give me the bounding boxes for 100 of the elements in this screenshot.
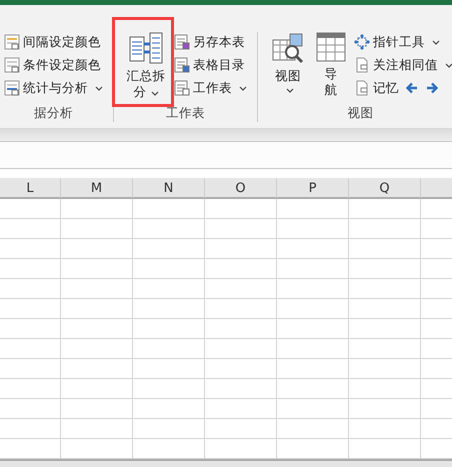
grid-cell[interactable] bbox=[349, 319, 421, 339]
grid-cell[interactable] bbox=[277, 419, 349, 439]
forward-arrow-icon[interactable] bbox=[425, 81, 439, 95]
ribbon-button[interactable]: 统计与分析 bbox=[4, 78, 103, 98]
ribbon-large-button[interactable]: 汇总拆分 bbox=[124, 32, 168, 105]
column-header[interactable]: L bbox=[0, 178, 61, 199]
grid-cell[interactable] bbox=[61, 279, 133, 299]
grid-cell[interactable] bbox=[205, 259, 277, 279]
grid-cell[interactable] bbox=[0, 199, 61, 219]
grid-cell[interactable] bbox=[61, 399, 133, 419]
grid-cell[interactable] bbox=[349, 219, 421, 239]
grid-cell[interactable] bbox=[0, 419, 61, 439]
grid-cell[interactable] bbox=[349, 379, 421, 399]
ribbon-large-button[interactable]: 导航 bbox=[314, 32, 348, 105]
grid-cell[interactable] bbox=[277, 239, 349, 259]
grid-cell[interactable] bbox=[133, 299, 205, 319]
grid-cell[interactable] bbox=[205, 379, 277, 399]
grid-cell[interactable] bbox=[349, 239, 421, 259]
grid-cell[interactable] bbox=[0, 439, 61, 459]
ribbon-button[interactable]: 指针工具 bbox=[354, 32, 440, 52]
grid-cell[interactable] bbox=[133, 239, 205, 259]
group-label: 据分析 bbox=[33, 105, 74, 122]
grid-cell[interactable] bbox=[349, 339, 421, 359]
grid-cell[interactable] bbox=[349, 359, 421, 379]
grid-cell[interactable] bbox=[277, 259, 349, 279]
grid-cell[interactable] bbox=[205, 439, 277, 459]
grid-cell[interactable] bbox=[61, 199, 133, 219]
grid-cell[interactable] bbox=[349, 279, 421, 299]
column-header[interactable]: O bbox=[205, 178, 277, 199]
grid-cell[interactable] bbox=[61, 379, 133, 399]
grid-cell[interactable] bbox=[61, 439, 133, 459]
ribbon-large-button[interactable]: 视图 bbox=[268, 32, 308, 105]
column-header[interactable]: M bbox=[61, 178, 133, 199]
grid-cell[interactable] bbox=[205, 199, 277, 219]
grid-cell[interactable] bbox=[349, 259, 421, 279]
grid-cell[interactable] bbox=[205, 299, 277, 319]
grid-cell[interactable] bbox=[277, 319, 349, 339]
grid-cell[interactable] bbox=[349, 439, 421, 459]
ribbon-button[interactable]: 另存本表 bbox=[174, 32, 245, 52]
grid-cell[interactable] bbox=[205, 419, 277, 439]
ribbon-button[interactable]: 表格目录 bbox=[174, 55, 245, 75]
ribbon-button[interactable]: 记忆 bbox=[354, 78, 399, 98]
grid-cell[interactable] bbox=[61, 239, 133, 259]
column-header[interactable]: Q bbox=[349, 178, 421, 199]
grid-cell[interactable] bbox=[133, 319, 205, 339]
grid-cell[interactable] bbox=[61, 359, 133, 379]
column-header[interactable]: N bbox=[133, 178, 205, 199]
grid-cell[interactable] bbox=[61, 259, 133, 279]
grid-cell[interactable] bbox=[205, 359, 277, 379]
grid-cell[interactable] bbox=[205, 239, 277, 259]
grid-cell[interactable] bbox=[277, 379, 349, 399]
grid-cell[interactable] bbox=[0, 279, 61, 299]
grid-cell[interactable] bbox=[133, 439, 205, 459]
grid-cell[interactable] bbox=[61, 339, 133, 359]
grid-cell[interactable] bbox=[349, 419, 421, 439]
grid-cell[interactable] bbox=[133, 339, 205, 359]
grid-cell[interactable] bbox=[61, 319, 133, 339]
chart-icon bbox=[4, 80, 20, 96]
grid-cell[interactable] bbox=[0, 239, 61, 259]
grid-cell[interactable] bbox=[133, 219, 205, 239]
column-header[interactable]: P bbox=[277, 178, 349, 199]
grid-cell[interactable] bbox=[0, 319, 61, 339]
grid-cell[interactable] bbox=[205, 399, 277, 419]
grid-cell[interactable] bbox=[277, 199, 349, 219]
grid-cell[interactable] bbox=[0, 339, 61, 359]
grid-cell[interactable] bbox=[133, 199, 205, 219]
grid-cell[interactable] bbox=[0, 399, 61, 419]
grid-cell[interactable] bbox=[277, 339, 349, 359]
back-arrow-icon[interactable] bbox=[405, 81, 419, 95]
grid-cell[interactable] bbox=[133, 359, 205, 379]
grid-cell[interactable] bbox=[349, 199, 421, 219]
grid-cell[interactable] bbox=[0, 259, 61, 279]
grid-cell[interactable] bbox=[133, 259, 205, 279]
grid-cell[interactable] bbox=[0, 359, 61, 379]
ribbon-button[interactable]: 条件设定颜色 bbox=[4, 55, 101, 75]
grid-cell[interactable] bbox=[349, 299, 421, 319]
grid-cell[interactable] bbox=[205, 319, 277, 339]
grid-cell[interactable] bbox=[277, 279, 349, 299]
grid-cell[interactable] bbox=[277, 359, 349, 379]
grid-cell[interactable] bbox=[277, 299, 349, 319]
grid-cell[interactable] bbox=[0, 379, 61, 399]
grid-cell[interactable] bbox=[133, 419, 205, 439]
grid-cell[interactable] bbox=[205, 279, 277, 299]
grid-cell[interactable] bbox=[205, 219, 277, 239]
grid-cell[interactable] bbox=[61, 299, 133, 319]
grid-cell[interactable] bbox=[349, 399, 421, 419]
grid-cell[interactable] bbox=[133, 399, 205, 419]
grid-cell[interactable] bbox=[205, 339, 277, 359]
grid-cell[interactable] bbox=[61, 419, 133, 439]
ribbon-button[interactable]: 间隔设定颜色 bbox=[4, 32, 101, 52]
grid-cell[interactable] bbox=[277, 219, 349, 239]
grid-cell[interactable] bbox=[0, 299, 61, 319]
grid-cell[interactable] bbox=[133, 279, 205, 299]
grid-cell[interactable] bbox=[61, 219, 133, 239]
ribbon-button[interactable]: 工作表 bbox=[174, 78, 247, 98]
grid-cell[interactable] bbox=[277, 399, 349, 419]
grid-cell[interactable] bbox=[0, 219, 61, 239]
grid-cell[interactable] bbox=[277, 439, 349, 459]
grid-cell[interactable] bbox=[133, 379, 205, 399]
ribbon-button[interactable]: 关注相同值 bbox=[354, 55, 452, 75]
